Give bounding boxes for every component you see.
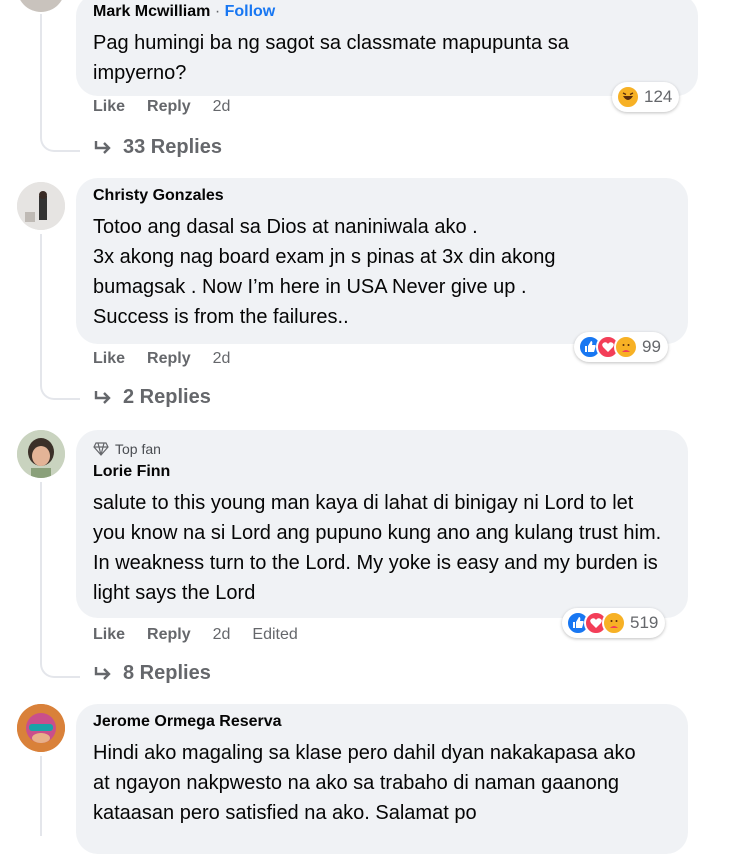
reply-arrow-icon [94,390,111,404]
comment-actions: Like Reply 2d Edited [93,626,298,644]
avatar[interactable] [17,704,65,752]
like-button[interactable]: Like [93,350,125,368]
reply-arrow-icon [94,140,111,154]
reaction-count: 519 [630,613,659,632]
comment-text: Hindi ako magaling sa klase pero dahil d… [93,742,636,824]
comment-christy: Christy Gonzales Totoo ang dasal sa Dios… [0,178,750,418]
reaction-summary[interactable]: 519 [562,608,666,638]
view-replies-link[interactable]: 8 Replies [93,662,211,685]
reply-button[interactable]: Reply [147,626,191,644]
separator: · [210,3,225,20]
comment-jerome: Jerome Ormega Reserva Hindi ako magaling… [0,704,750,854]
thread-curve [40,130,80,152]
timestamp[interactable]: 2d [213,98,231,116]
author-name[interactable]: Lorie Finn [93,462,672,482]
thread-curve [40,656,80,678]
comment-text: Pag humingi ba ng sagot sa classmate map… [93,32,569,84]
comment-actions: Like Reply 2d [93,350,230,368]
author-name[interactable]: Jerome Ormega Reserva [93,712,672,732]
comment-lorie: Top fan Lorie Finn salute to this young … [0,430,750,692]
like-button[interactable]: Like [93,98,125,116]
top-fan-badge: Top fan [93,440,672,458]
comment-text: salute to this young man kaya di lahat d… [93,492,662,604]
haha-icon [616,85,640,109]
reply-button[interactable]: Reply [147,350,191,368]
timestamp[interactable]: 2d [213,626,231,644]
thread-curve [40,378,80,400]
author-name[interactable]: Christy Gonzales [93,186,672,206]
comment-bubble: Top fan Lorie Finn salute to this young … [76,430,688,618]
timestamp[interactable]: 2d [213,350,231,368]
replies-count: 8 Replies [123,662,211,684]
reply-arrow-icon [94,666,111,680]
badge-label: Top fan [115,441,161,457]
avatar[interactable] [17,182,65,230]
care-reaction-icon [614,335,638,359]
avatar[interactable] [17,0,65,12]
view-replies-link[interactable]: 2 Replies [93,386,211,409]
replies-count: 2 Replies [123,386,211,408]
comment-text: Totoo ang dasal sa Dios at naniniwala ak… [93,216,556,328]
comment-bubble: Christy Gonzales Totoo ang dasal sa Dios… [76,178,688,344]
thread-line [40,756,42,836]
thread-line [40,14,42,132]
thread-line [40,482,42,658]
reply-button[interactable]: Reply [147,98,191,116]
reaction-count: 99 [642,337,661,356]
author-name[interactable]: Mark Mcwilliam [93,3,210,20]
like-button[interactable]: Like [93,626,125,644]
avatar[interactable] [17,430,65,478]
edited-label: Edited [252,626,298,643]
comment-bubble: Mark Mcwilliam · Follow Pag humingi ba n… [76,0,698,96]
reaction-count: 124 [644,87,673,106]
follow-link[interactable]: Follow [225,3,276,20]
comment-actions: Like Reply 2d [93,98,230,116]
diamond-icon [93,442,109,456]
replies-count: 33 Replies [123,136,222,158]
reaction-summary[interactable]: 99 [574,332,668,362]
reaction-summary[interactable]: 124 [612,82,680,112]
thread-line [40,234,42,380]
comment-mark: Mark Mcwilliam · Follow Pag humingi ba n… [0,0,750,170]
view-replies-link[interactable]: 33 Replies [93,136,222,159]
care-reaction-icon [602,611,626,635]
comment-bubble: Jerome Ormega Reserva Hindi ako magaling… [76,704,688,854]
